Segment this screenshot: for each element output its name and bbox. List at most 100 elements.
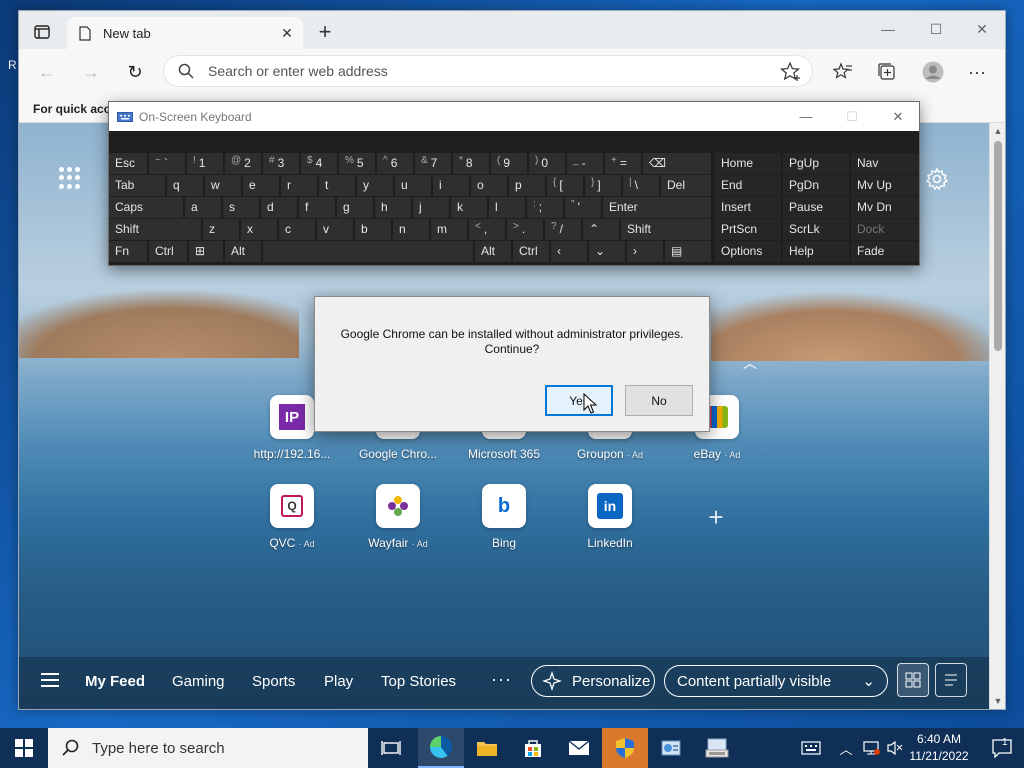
taskbar-file-explorer[interactable] <box>464 728 510 768</box>
osk-key[interactable]: PrtScn <box>715 219 781 240</box>
osk-key[interactable]: Ctrl <box>513 241 549 262</box>
osk-key[interactable]: {[ <box>547 175 583 196</box>
osk-key[interactable]: Mv Up <box>851 175 919 196</box>
osk-key[interactable]: b <box>355 219 391 240</box>
osk-key[interactable]: n <box>393 219 429 240</box>
osk-key[interactable]: * 8 <box>453 153 489 174</box>
taskbar-search-box[interactable]: Type here to search <box>48 728 368 768</box>
collapse-chevron-icon[interactable]: ︿ <box>743 353 757 373</box>
feed-tab-sports[interactable]: Sports <box>252 673 295 690</box>
back-button[interactable]: ← <box>33 58 61 86</box>
network-icon[interactable] <box>860 728 882 768</box>
osk-key[interactable]: Pause <box>783 197 849 218</box>
osk-key[interactable]: d <box>261 197 297 218</box>
osk-key[interactable]: #3 <box>263 153 299 174</box>
task-view-button[interactable] <box>368 728 414 768</box>
osk-key[interactable]: PgDn <box>783 175 849 196</box>
osk-key[interactable]: $4 <box>301 153 337 174</box>
scroll-up-arrow-icon[interactable]: ▲ <box>990 123 1006 139</box>
osk-key[interactable]: ScrLk <box>783 219 849 240</box>
osk-key[interactable]: v <box>317 219 353 240</box>
taskbar-osk[interactable] <box>694 728 740 768</box>
osk-key[interactable]: Del <box>661 175 711 196</box>
osk-key[interactable]: ⊞ <box>189 241 223 262</box>
osk-key[interactable]: ⌫ <box>643 153 711 174</box>
osk-key[interactable]: End <box>715 175 781 196</box>
osk-key[interactable]: Help <box>783 241 849 262</box>
start-button[interactable] <box>0 728 48 768</box>
osk-key[interactable]: Nav <box>851 153 919 174</box>
osk-key[interactable]: s <box>223 197 259 218</box>
osk-key[interactable]: PgUp <box>783 153 849 174</box>
osk-key[interactable]: ▤ <box>665 241 711 262</box>
quick-link-tile[interactable]: Q QVC · Ad <box>237 484 347 550</box>
osk-key[interactable]: Ctrl <box>149 241 187 262</box>
collections-icon[interactable] <box>875 60 899 84</box>
scrollbar-thumb[interactable] <box>994 141 1002 351</box>
taskbar-mail[interactable] <box>556 728 602 768</box>
quick-link-tile[interactable]: Wayfair · Ad <box>343 484 453 550</box>
osk-key[interactable]: Tab <box>109 175 165 196</box>
osk-key[interactable]: q <box>167 175 203 196</box>
osk-key[interactable]: t <box>319 175 355 196</box>
page-scrollbar[interactable]: ▲ ▼ <box>989 123 1005 709</box>
feed-tab-gaming[interactable]: Gaming <box>172 673 225 690</box>
osk-key[interactable]: Caps <box>109 197 183 218</box>
osk-key[interactable] <box>263 241 473 262</box>
osk-key[interactable]: x <box>241 219 277 240</box>
no-button[interactable]: No <box>625 385 693 416</box>
osk-key[interactable]: h <box>375 197 411 218</box>
osk-key[interactable]: ⌃ <box>583 219 619 240</box>
osk-key[interactable]: Alt <box>225 241 261 262</box>
osk-key[interactable]: ! 1 <box>187 153 223 174</box>
osk-key[interactable]: j <box>413 197 449 218</box>
volume-muted-icon[interactable] <box>884 728 906 768</box>
osk-key[interactable]: e <box>243 175 279 196</box>
feed-tab-top-stories[interactable]: Top Stories <box>381 673 456 690</box>
grid-view-button[interactable] <box>897 663 929 697</box>
osk-key[interactable]: @2 <box>225 153 261 174</box>
maximize-button[interactable]: ☐ <box>913 15 959 43</box>
profile-avatar-icon[interactable] <box>921 60 945 84</box>
osk-key[interactable]: Fn <box>109 241 147 262</box>
osk-key[interactable]: ^ 6 <box>377 153 413 174</box>
osk-key[interactable]: Options <box>715 241 781 262</box>
favorites-icon[interactable] <box>831 60 855 84</box>
osk-key[interactable]: % 5 <box>339 153 375 174</box>
feed-tab-play[interactable]: Play <box>324 673 353 690</box>
tab-actions-icon[interactable] <box>27 21 57 43</box>
osk-key[interactable]: Alt <box>475 241 511 262</box>
show-hidden-icons-chevron-icon[interactable]: ︿ <box>836 728 856 768</box>
taskbar-clock[interactable]: 6:40 AM 11/21/2022 <box>904 731 974 765</box>
tab-close-icon[interactable]: ✕ <box>275 22 299 46</box>
osk-key[interactable]: " ' <box>565 197 601 218</box>
tab-new-tab[interactable]: New tab ✕ <box>67 17 303 50</box>
content-visibility-dropdown[interactable]: Content partially visible ⌄ <box>664 665 888 697</box>
settings-more-icon[interactable]: ··· <box>965 60 989 84</box>
osk-key[interactable]: z <box>203 219 239 240</box>
osk-minimize-button[interactable]: — <box>783 102 829 131</box>
osk-key[interactable]: <, <box>469 219 505 240</box>
osk-key[interactable]: Shift <box>621 219 711 240</box>
quick-link-tile[interactable]: b Bing <box>449 484 559 550</box>
osk-key[interactable]: Esc <box>109 153 147 174</box>
taskbar-edge[interactable] <box>418 728 464 768</box>
address-bar[interactable]: Search or enter web address <box>163 55 813 87</box>
add-shortcut-button[interactable]: + <box>703 504 729 531</box>
taskbar-control-panel[interactable] <box>648 728 694 768</box>
osk-key[interactable]: o <box>471 175 507 196</box>
add-favorite-icon[interactable] <box>780 61 802 83</box>
apps-launcher-icon[interactable] <box>59 167 81 189</box>
osk-key[interactable]: Home <box>715 153 781 174</box>
osk-key[interactable]: u <box>395 175 431 196</box>
ime-keyboard-icon[interactable] <box>796 728 826 768</box>
osk-key[interactable]: › <box>627 241 663 262</box>
osk-key[interactable]: p <box>509 175 545 196</box>
osk-key[interactable]: ⌄ <box>589 241 625 262</box>
osk-key[interactable]: Enter <box>603 197 711 218</box>
osk-key[interactable]: a <box>185 197 221 218</box>
osk-key[interactable]: | \ <box>623 175 659 196</box>
notification-center-button[interactable]: 1 <box>980 728 1024 768</box>
osk-key[interactable]: ‹ <box>551 241 587 262</box>
osk-key[interactable]: g <box>337 197 373 218</box>
